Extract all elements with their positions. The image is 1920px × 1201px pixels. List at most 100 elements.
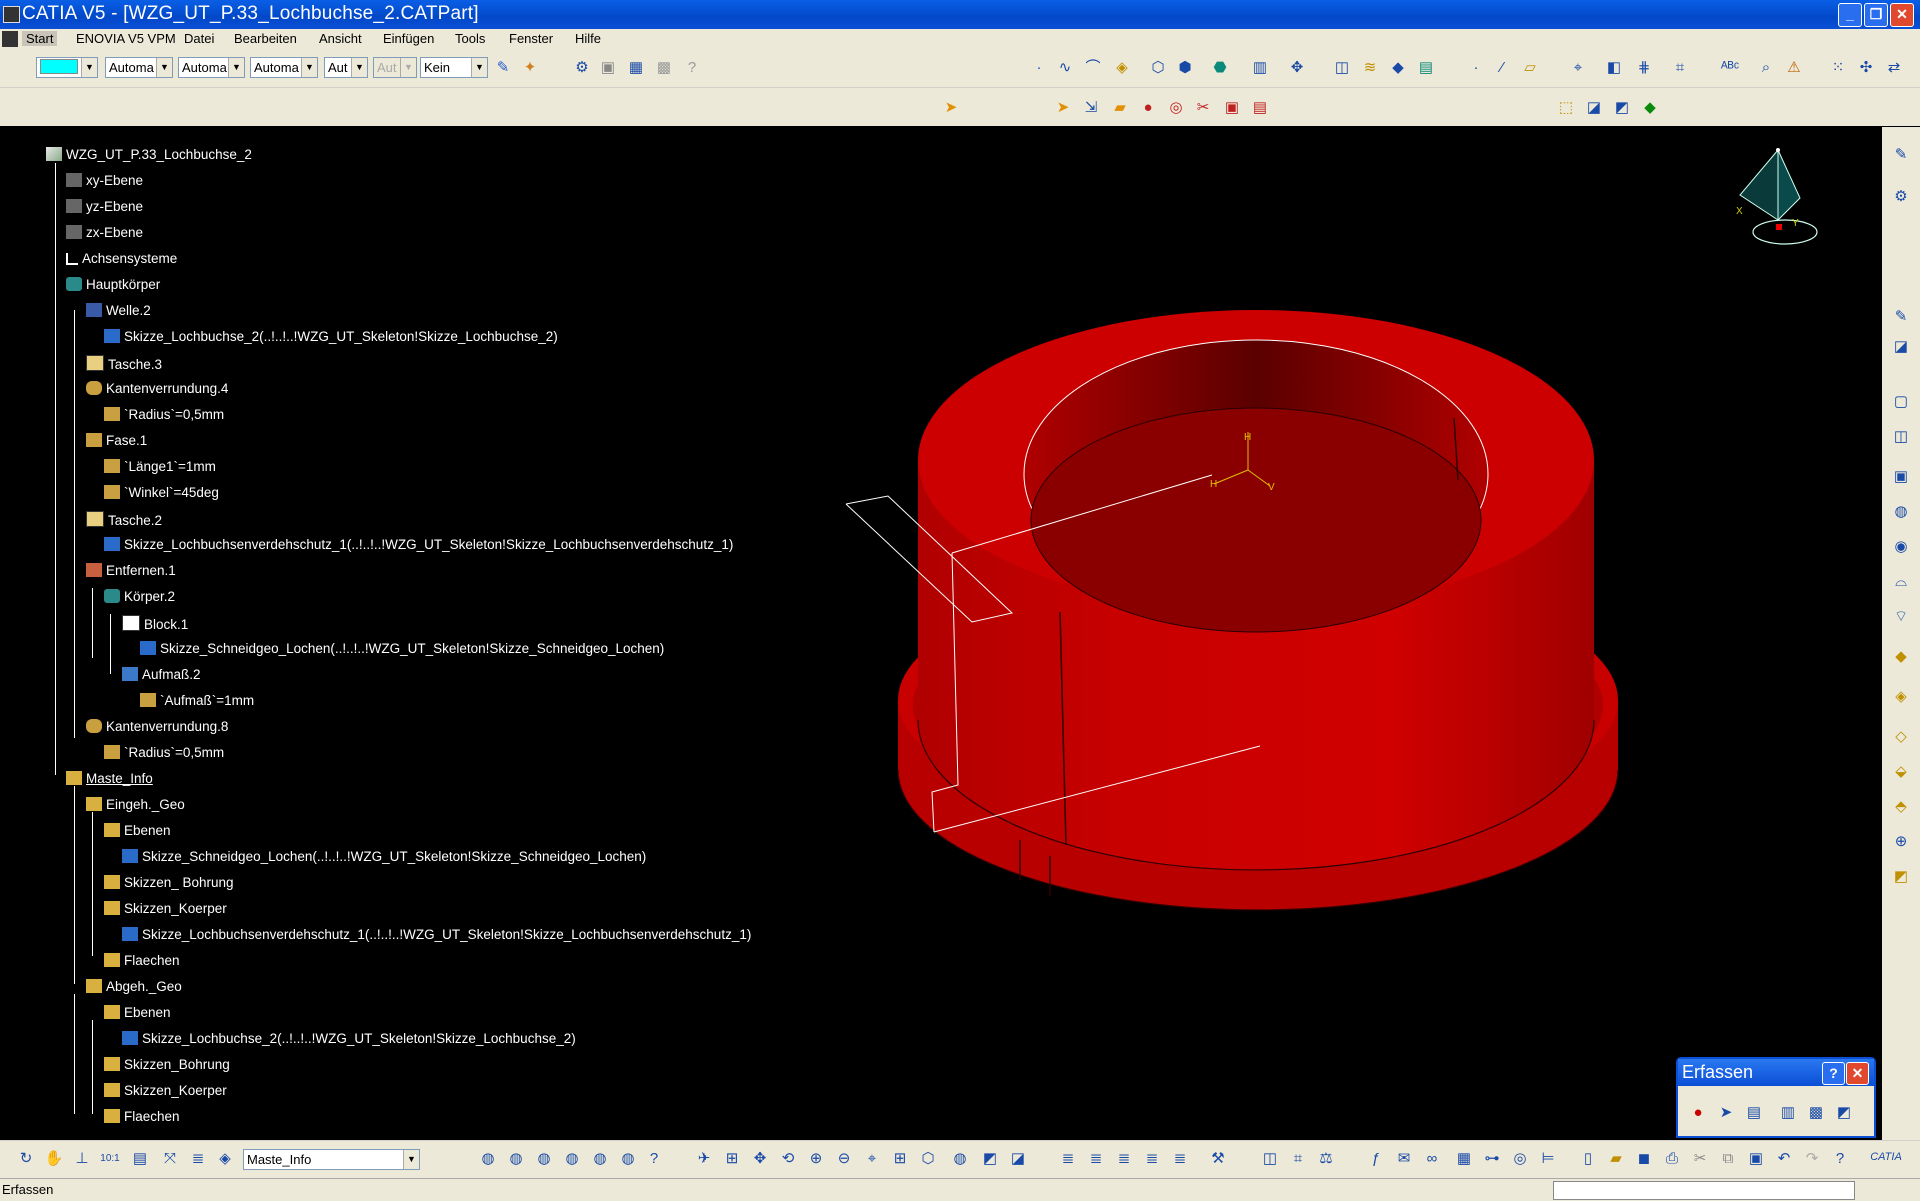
tree-node-sketch[interactable]: Skizze_Schneidgeo_Lochen(..!..!..!WZG_UT… [140, 641, 664, 656]
tree-node-geoset[interactable]: Skizzen_Bohrung [104, 1057, 230, 1072]
shaft-tool-icon[interactable]: ◍ [1891, 502, 1911, 522]
knowledge-icon[interactable]: ◎ [1510, 1149, 1530, 1169]
ratio-icon[interactable]: 10:1 [100, 1149, 120, 1169]
3d-model[interactable]: H H V [0, 0, 1920, 1200]
tree-node-parameter[interactable]: `Länge1`=1mm [104, 459, 216, 474]
tree-node-yz-plane[interactable]: yz-Ebene [66, 199, 143, 214]
sketcher-icon[interactable]: ✎ [1891, 145, 1911, 165]
comment-icon[interactable]: ✉ [1394, 1149, 1414, 1169]
chart-icon[interactable]: ◩ [1834, 1103, 1854, 1123]
axis-view-icon[interactable]: ⊥ [72, 1149, 92, 1169]
tree-node-geoset[interactable]: Flaechen [104, 953, 180, 968]
tree-node-geoset[interactable]: Skizzen_Koerper [104, 901, 227, 916]
tree-node-fillet[interactable]: Kantenverrundung.8 [86, 719, 228, 734]
pan-cross-icon[interactable]: ✥ [750, 1149, 770, 1169]
tree-node-body[interactable]: Körper.2 [104, 589, 175, 604]
layer3-icon[interactable]: ≣ [1114, 1149, 1134, 1169]
settings-icon[interactable]: ⚙ [1891, 187, 1911, 207]
hole-tool-icon[interactable]: ◉ [1891, 537, 1911, 557]
section-icon[interactable]: ◫ [1260, 1149, 1280, 1169]
geoset-select[interactable]: Maste_Info ▼ [243, 1149, 420, 1170]
fit-all-icon[interactable]: ⊞ [722, 1149, 742, 1169]
help-question-icon[interactable]: ? [644, 1149, 664, 1169]
draft-tool-icon[interactable]: ⬙ [1891, 762, 1911, 782]
capture-options-icon[interactable]: ▤ [1744, 1103, 1764, 1123]
tree-node-sketch[interactable]: Skizze_Lochbuchsenverdehschutz_1(..!..!.… [104, 537, 733, 552]
tree-node-pocket[interactable]: Tasche.2 [86, 511, 162, 528]
tree-node-geoset[interactable]: Abgeh._Geo [86, 979, 182, 994]
zoom-in-icon[interactable]: ⊕ [806, 1149, 826, 1169]
tree-node-shaft[interactable]: Welle.2 [86, 303, 151, 318]
shading-icon[interactable]: ◍ [950, 1149, 970, 1169]
tree-node-root[interactable]: WZG_UT_P.33_Lochbuchse_2 [46, 147, 252, 162]
tree-node-geoset[interactable]: Skizzen_ Bohrung [104, 875, 234, 890]
erfassen-help-button[interactable]: ? [1822, 1062, 1845, 1085]
select-arrow-icon[interactable]: ➤ [1716, 1103, 1736, 1123]
multi-view-icon[interactable]: ⊞ [890, 1149, 910, 1169]
thickness-tool-icon[interactable]: ◩ [1891, 867, 1911, 887]
cut-icon[interactable]: ✂ [1690, 1149, 1710, 1169]
stiffener-icon[interactable]: ◆ [1891, 647, 1911, 667]
pocket-tool-icon[interactable]: ▣ [1891, 467, 1911, 487]
rib-tool-icon[interactable]: ⌓ [1891, 572, 1911, 592]
tree-node-geoset[interactable]: Ebenen [104, 1005, 171, 1020]
tree-node-sketch[interactable]: Skizze_Schneidgeo_Lochen(..!..!..!WZG_UT… [122, 849, 646, 864]
undo-icon[interactable]: ↶ [1774, 1149, 1794, 1169]
layer-icon[interactable]: ≣ [1058, 1149, 1078, 1169]
new-file-icon[interactable]: ▯ [1578, 1149, 1598, 1169]
law-icon[interactable]: ∞ [1422, 1149, 1442, 1169]
slot-tool-icon[interactable]: ⌔ [1891, 607, 1911, 627]
refresh-icon[interactable]: ↻ [16, 1149, 36, 1169]
table-icon[interactable]: ▦ [1454, 1149, 1474, 1169]
pad-tool-icon[interactable]: ◫ [1891, 427, 1911, 447]
box-tool-icon[interactable]: ▢ [1891, 392, 1911, 412]
cylinder-icon[interactable]: ◍ [478, 1149, 498, 1169]
tree-node-geoset[interactable]: Eingeh._Geo [86, 797, 185, 812]
zoom-out-icon[interactable]: ⊖ [834, 1149, 854, 1169]
cylinder5-icon[interactable]: ◍ [590, 1149, 610, 1169]
layer4-icon[interactable]: ≣ [1142, 1149, 1162, 1169]
tree-node-parameter[interactable]: `Winkel`=45deg [104, 485, 219, 500]
chevron-down-icon[interactable]: ▼ [403, 1150, 419, 1169]
normal-view-icon[interactable]: ⌖ [862, 1149, 882, 1169]
compass-icon[interactable]: X Y [1730, 140, 1820, 250]
tree-node-parameter[interactable]: `Aufmaß`=1mm [140, 693, 254, 708]
record-icon[interactable]: ● [1688, 1103, 1708, 1123]
sketch-position-icon[interactable]: ◪ [1891, 337, 1911, 357]
rules-icon[interactable]: ⊨ [1538, 1149, 1558, 1169]
open-folder-icon[interactable]: ▰ [1606, 1149, 1626, 1169]
rotate-view-icon[interactable]: ⟲ [778, 1149, 798, 1169]
cylinder3-icon[interactable]: ◍ [534, 1149, 554, 1169]
shell-tool-icon[interactable]: ⬘ [1891, 797, 1911, 817]
layer5-icon[interactable]: ≣ [1170, 1149, 1190, 1169]
copy2-icon[interactable]: ⧉ [1718, 1149, 1738, 1169]
cylinder4-icon[interactable]: ◍ [562, 1149, 582, 1169]
tree-node-parameter[interactable]: `Radius`=0,5mm [104, 745, 224, 760]
tree-node-axis-systems[interactable]: Achsensysteme [66, 251, 177, 266]
tree-node-pad[interactable]: Block.1 [122, 615, 188, 632]
tree-node-remove[interactable]: Entfernen.1 [86, 563, 176, 578]
fly-icon[interactable]: ✈ [694, 1149, 714, 1169]
tree-node-sketch[interactable]: Skizze_Lochbuchsenverdehschutz_1(..!..!.… [122, 927, 751, 942]
cylinder2-icon[interactable]: ◍ [506, 1149, 526, 1169]
measure-icon[interactable]: ⌗ [1288, 1149, 1308, 1169]
tree-node-thickness[interactable]: Aufmaß.2 [122, 667, 201, 682]
redo-icon[interactable]: ↷ [1802, 1149, 1822, 1169]
tree-node-geoset[interactable]: Flaechen [104, 1109, 180, 1124]
sketch-edit-icon[interactable]: ✎ [1891, 307, 1911, 327]
formula-icon[interactable]: ƒ [1366, 1149, 1386, 1169]
paste-icon[interactable]: ▣ [1746, 1149, 1766, 1169]
whats-this-icon[interactable]: ? [1830, 1149, 1850, 1169]
list-icon[interactable]: ≣ [188, 1149, 208, 1169]
transform-icon[interactable]: ⤧ [160, 1149, 180, 1169]
tree-node-geoset-maste-info[interactable]: Maste_Info [66, 771, 153, 786]
tree-node-sketch[interactable]: Skizze_Lochbuchse_2(..!..!..!WZG_UT_Skel… [104, 329, 558, 344]
tree-view-icon[interactable]: ⊶ [1482, 1149, 1502, 1169]
axis-tool-icon[interactable]: ⊕ [1891, 832, 1911, 852]
weight-icon[interactable]: ⚖ [1316, 1149, 1336, 1169]
command-input[interactable] [1553, 1181, 1855, 1200]
tools-icon[interactable]: ⚒ [1208, 1149, 1228, 1169]
tree-node-geoset[interactable]: Skizzen_Koerper [104, 1083, 227, 1098]
surface-icon[interactable]: ◈ [215, 1149, 235, 1169]
tree-node-geoset[interactable]: Ebenen [104, 823, 171, 838]
